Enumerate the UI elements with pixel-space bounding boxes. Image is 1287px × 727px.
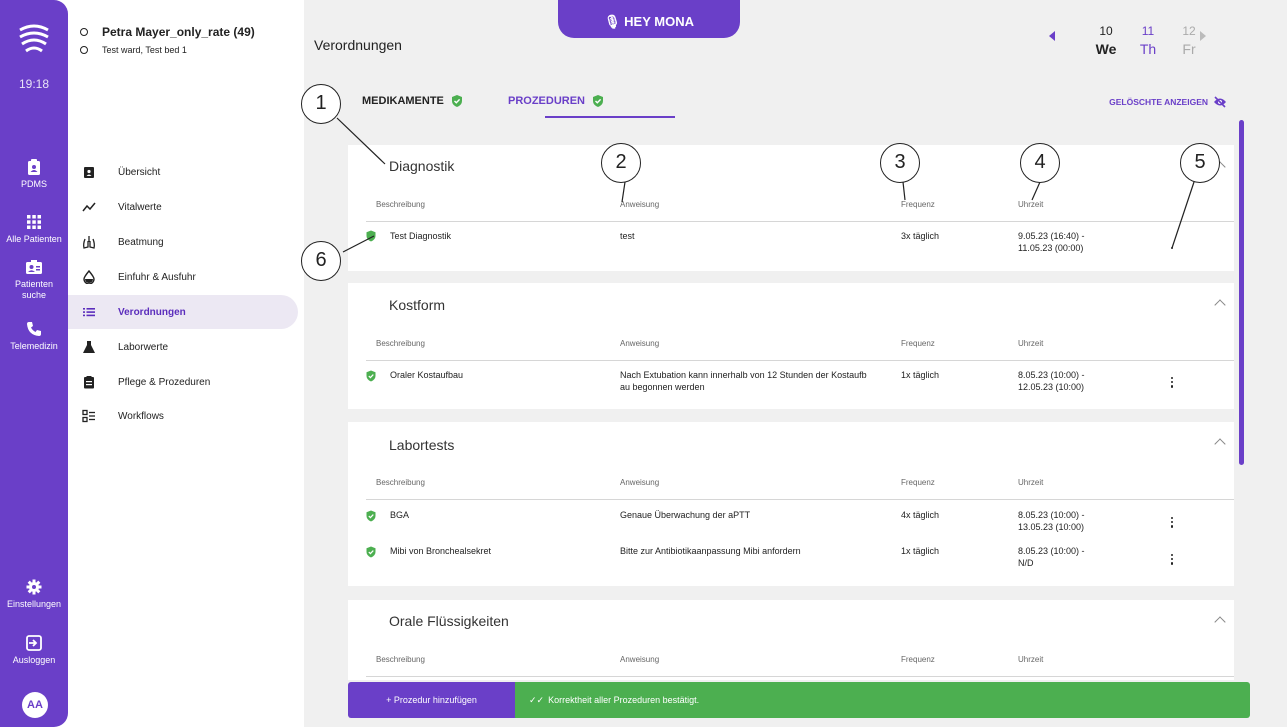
callout-3: 3 [880,143,920,183]
callout-1: 1 [301,84,341,124]
callout-2: 2 [601,143,641,183]
callout-6: 6 [301,241,341,281]
annotation-leaders [336,117,1195,253]
callout-4: 4 [1020,143,1060,183]
callout-5: 5 [1180,143,1220,183]
